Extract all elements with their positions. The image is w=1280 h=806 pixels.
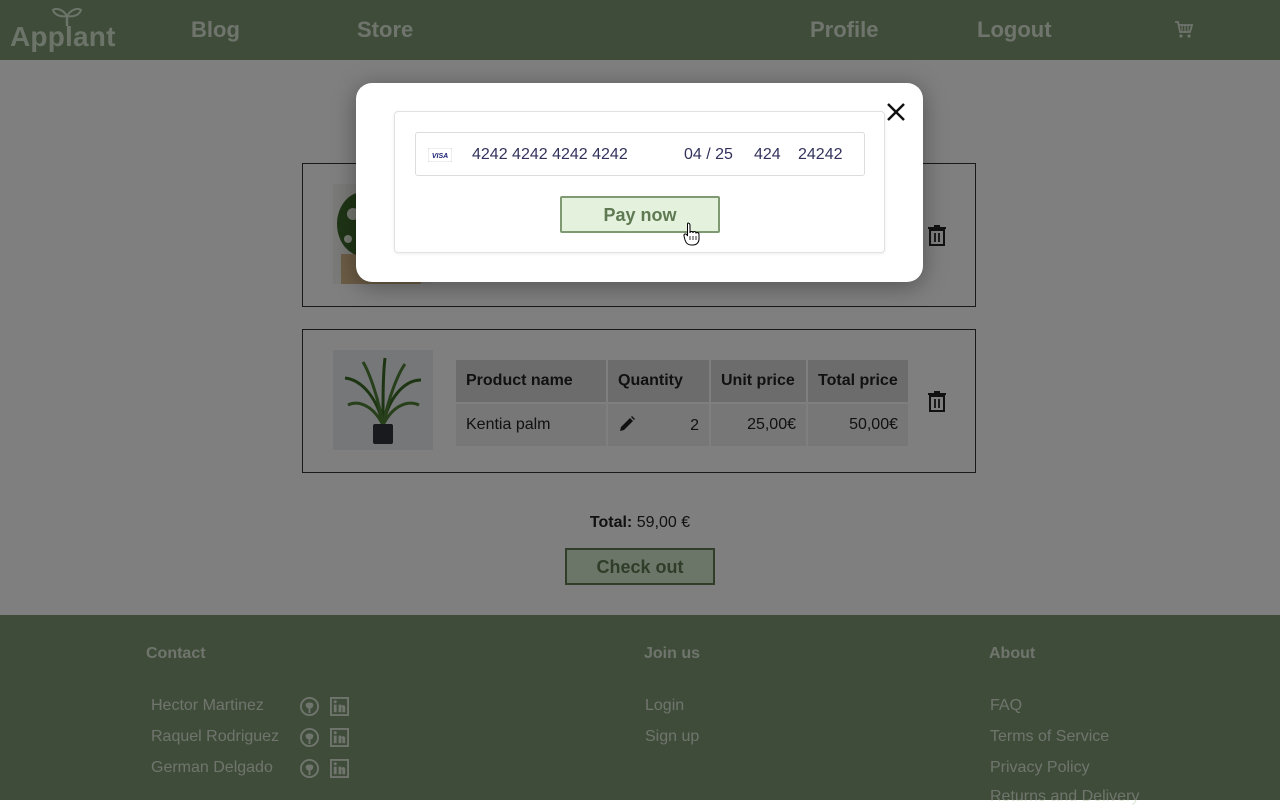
payment-modal: VISA 4242 4242 4242 4242 04 / 25 424 242…	[356, 83, 923, 282]
card-element[interactable]: VISA 4242 4242 4242 4242 04 / 25 424 242…	[415, 132, 865, 176]
close-icon[interactable]	[884, 100, 908, 124]
payment-form: VISA 4242 4242 4242 4242 04 / 25 424 242…	[394, 111, 885, 253]
card-expiry-field[interactable]: 04 / 25	[684, 146, 733, 164]
card-brand: VISA	[432, 153, 448, 160]
card-zip-field[interactable]: 24242	[798, 146, 843, 164]
card-number-field[interactable]: 4242 4242 4242 4242	[472, 146, 628, 164]
card-cvc-field[interactable]: 424	[754, 146, 781, 164]
visa-icon: VISA	[428, 148, 452, 162]
hand-cursor-icon	[683, 222, 700, 246]
